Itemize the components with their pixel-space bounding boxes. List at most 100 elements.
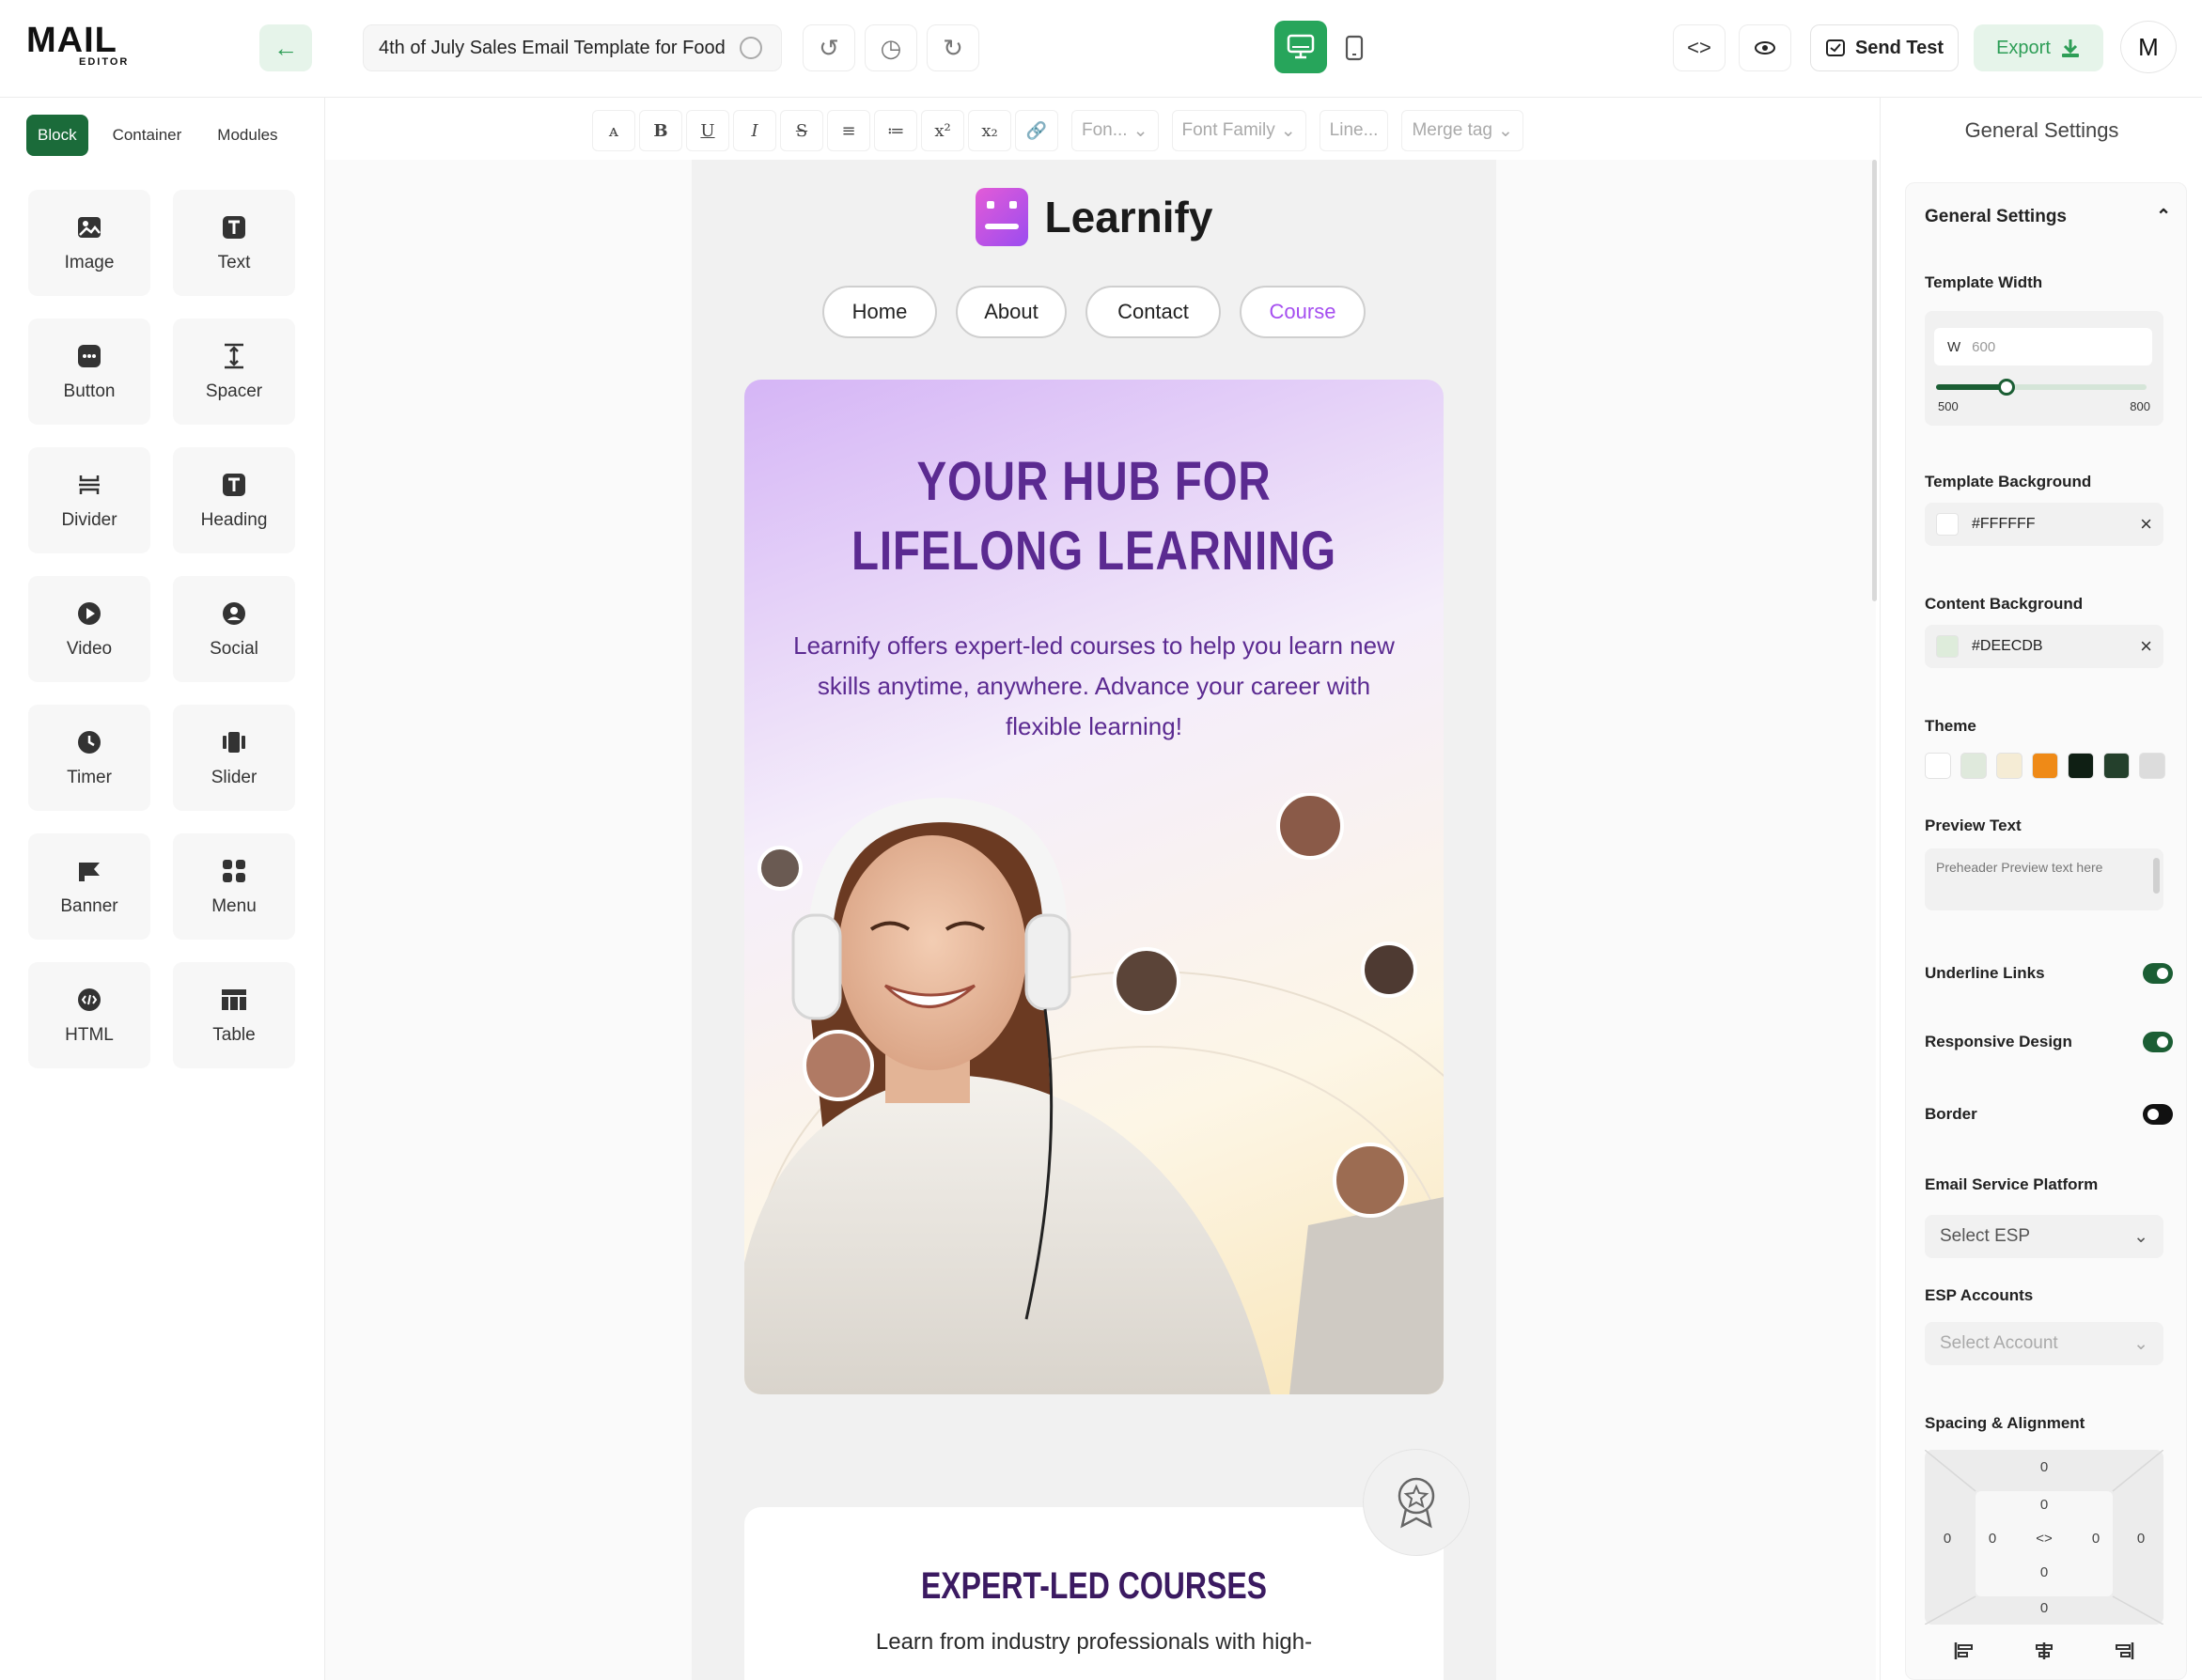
margin-top-value[interactable]: 0 [2035, 1459, 2054, 1475]
clear-content-background-icon[interactable]: × [2140, 634, 2152, 659]
block-social[interactable]: Social [173, 576, 295, 682]
theme-swatch-1[interactable] [1925, 753, 1951, 779]
clear-template-background-icon[interactable]: × [2140, 512, 2152, 537]
template-width-slider[interactable] [1936, 379, 2147, 396]
bullet-list-button[interactable]: ≡ [827, 110, 870, 151]
theme-swatch-3[interactable] [1996, 753, 2022, 779]
content-background-swatch[interactable] [1936, 635, 1959, 658]
tab-block[interactable]: Block [26, 115, 88, 156]
block-button[interactable]: Button [28, 319, 150, 425]
align-center-button[interactable] [2014, 1632, 2074, 1670]
block-timer[interactable]: Timer [28, 705, 150, 811]
align-right-button[interactable] [2094, 1632, 2154, 1670]
link-button[interactable]: 🔗 [1015, 110, 1058, 151]
block-text[interactable]: Text [173, 190, 295, 296]
underline-button[interactable]: U [686, 110, 729, 151]
text-style-button[interactable]: ᴀ [592, 110, 635, 151]
block-image[interactable]: Image [28, 190, 150, 296]
template-title-input[interactable]: 4th of July Sales Email Template for Foo… [363, 24, 782, 71]
block-video[interactable]: Video [28, 576, 150, 682]
padding-bottom-value[interactable]: 0 [2035, 1564, 2054, 1580]
general-settings-header[interactable]: General Settings ⌃ [1925, 206, 2171, 227]
block-menu[interactable]: Menu [173, 833, 295, 940]
merge-tag-select[interactable]: Merge tag ⌄ [1401, 110, 1523, 151]
block-banner[interactable]: Banner [28, 833, 150, 940]
superscript-button[interactable]: x² [921, 110, 964, 151]
margin-left-value[interactable]: 0 [1938, 1531, 1957, 1547]
back-button[interactable]: ← [259, 24, 312, 71]
hero-section[interactable]: YOUR HUB FOR LIFELONG LEARNING Learnify … [744, 380, 1444, 1394]
slider-thumb[interactable] [1997, 379, 2015, 396]
tab-modules[interactable]: Modules [206, 115, 289, 156]
canvas-scrollbar[interactable] [1872, 160, 1877, 601]
responsive-design-toggle[interactable] [2143, 1032, 2173, 1052]
mobile-view-button[interactable] [1335, 24, 1374, 71]
text-style-icon: ᴀ [608, 120, 619, 141]
preview-text-scrollbar[interactable] [2153, 858, 2160, 894]
margin-right-value[interactable]: 0 [2132, 1531, 2150, 1547]
italic-button[interactable]: I [733, 110, 776, 151]
block-spacer[interactable]: Spacer [173, 319, 295, 425]
nav-course[interactable]: Course [1240, 286, 1366, 338]
theme-swatch-2[interactable] [1960, 753, 1987, 779]
redo-button[interactable]: ↻ [927, 24, 979, 71]
numbered-list-button[interactable]: ≔ [874, 110, 917, 151]
nav-contact[interactable]: Contact [1085, 286, 1221, 338]
font-family-select[interactable]: Font Family ⌄ [1171, 110, 1306, 151]
margin-bottom-value[interactable]: 0 [2035, 1600, 2054, 1616]
desktop-view-button[interactable] [1274, 21, 1327, 73]
undo-button[interactable]: ↺ [803, 24, 855, 71]
content-background-field[interactable]: #DEECDB × [1925, 625, 2163, 668]
align-left-button[interactable] [1934, 1632, 1994, 1670]
content-background-value: #DEECDB [1972, 638, 2043, 654]
theme-swatch-5[interactable] [2068, 753, 2094, 779]
tab-container[interactable]: Container [102, 115, 194, 156]
image-icon [75, 213, 103, 241]
block-label: Menu [211, 895, 257, 916]
email-brand[interactable]: Learnify [692, 188, 1496, 246]
user-avatar[interactable]: M [2120, 21, 2177, 73]
template-background-field[interactable]: #FFFFFF × [1925, 503, 2163, 546]
strikethrough-button[interactable]: S [780, 110, 823, 151]
esp-account-select[interactable]: Select Account ⌄ [1925, 1322, 2163, 1365]
feature-title: EXPERT-LED COURSES [920, 1565, 1268, 1607]
line-height-select[interactable]: Line... [1319, 110, 1389, 151]
block-html[interactable]: HTML [28, 962, 150, 1068]
feature-card[interactable]: EXPERT-LED COURSES Learn from industry p… [744, 1507, 1444, 1680]
link-spacing-icon[interactable]: <> [2035, 1531, 2054, 1547]
block-heading[interactable]: Heading [173, 447, 295, 553]
export-button[interactable]: Export [1974, 24, 2103, 71]
subscript-button[interactable]: x₂ [968, 110, 1011, 151]
esp-select[interactable]: Select ESP ⌄ [1925, 1215, 2163, 1258]
theme-swatch-4[interactable] [2032, 753, 2058, 779]
code-view-button[interactable]: <> [1673, 24, 1726, 71]
block-divider[interactable]: Divider [28, 447, 150, 553]
padding-right-value[interactable]: 0 [2086, 1531, 2105, 1547]
feature-text: Learn from industry professionals with h… [875, 1629, 1313, 1655]
send-test-button[interactable]: Send Test [1810, 24, 1959, 71]
template-width-input[interactable]: W 600 [1934, 328, 2152, 366]
esp-accounts-label: ESP Accounts [1925, 1286, 2034, 1304]
font-size-select[interactable]: Fon... ⌄ [1071, 110, 1159, 151]
theme-swatch-6[interactable] [2103, 753, 2130, 779]
block-slider[interactable]: Slider [173, 705, 295, 811]
nav-about[interactable]: About [956, 286, 1067, 338]
block-table[interactable]: Table [173, 962, 295, 1068]
underline-links-toggle[interactable] [2143, 963, 2173, 984]
bold-button[interactable]: B [639, 110, 682, 151]
email-nav: Home About Contact Course [692, 286, 1496, 338]
nav-home[interactable]: Home [822, 286, 937, 338]
email-preview[interactable]: Learnify Home About Contact Course YOUR … [692, 160, 1496, 1680]
responsive-design-row: Responsive Design [1925, 1032, 2173, 1052]
theme-swatch-7[interactable] [2139, 753, 2165, 779]
padding-left-value[interactable]: 0 [1983, 1531, 2002, 1547]
export-label: Export [1996, 37, 2051, 58]
preview-text-input[interactable]: Preheader Preview text here [1925, 848, 2163, 910]
border-toggle[interactable] [2143, 1104, 2173, 1125]
template-background-label: Template Background [1925, 473, 2092, 490]
preview-button[interactable] [1739, 24, 1791, 71]
padding-top-value[interactable]: 0 [2035, 1497, 2054, 1513]
editor-canvas[interactable]: Learnify Home About Contact Course YOUR … [325, 160, 1876, 1680]
history-button[interactable]: ◷ [865, 24, 917, 71]
template-background-swatch[interactable] [1936, 513, 1959, 536]
